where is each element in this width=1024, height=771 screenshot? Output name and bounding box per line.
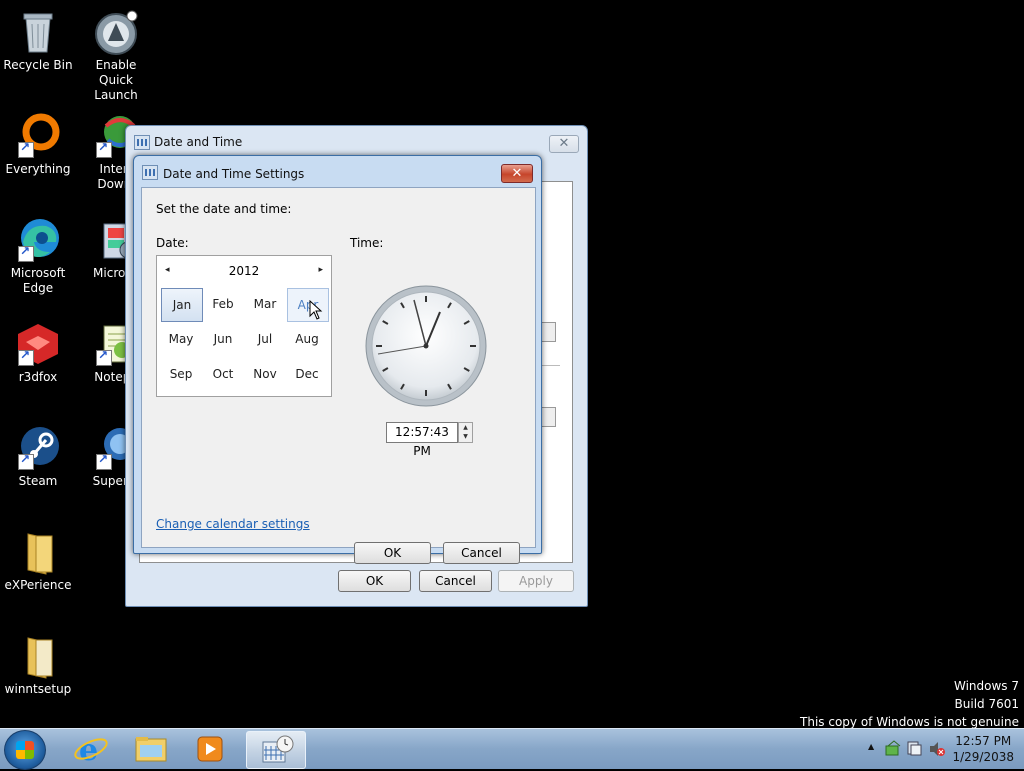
desktop-icon-winntsetup[interactable]: winntsetup: [0, 632, 76, 697]
folder-icon: [135, 737, 167, 762]
taskbar-date: 1/29/2038: [952, 750, 1014, 764]
taskbar-time: 12:57 PM: [955, 734, 1012, 748]
month-oct[interactable]: Oct: [203, 358, 243, 390]
desktop-icon-label: Recycle Bin: [3, 58, 73, 72]
desktop-icon-label: Everything: [5, 162, 71, 176]
shortcut-arrow-icon: [96, 348, 112, 366]
dialog-title: Date and Time Settings: [163, 167, 305, 181]
shortcut-arrow-icon: [18, 244, 34, 262]
windows-watermark: Windows 7 Build 7601 This copy of Window…: [800, 677, 1019, 731]
spin-up-icon[interactable]: ▲: [459, 423, 472, 432]
shortcut-arrow-icon: [18, 452, 34, 470]
time-label: Time:: [350, 236, 384, 250]
desktop-icon-label: Steam: [18, 474, 58, 488]
desktop-icon-microsoft-edge[interactable]: Microsoft Edge: [0, 216, 76, 296]
analog-clock: [365, 285, 487, 407]
shortcut-arrow-icon: [96, 452, 112, 470]
taskbar-date-and-time[interactable]: [246, 731, 306, 769]
desktop-icon-label: Enable Quick Launch: [94, 58, 138, 102]
next-year-arrow-icon[interactable]: ▸: [318, 265, 323, 275]
calendar-clock-icon: [142, 165, 158, 180]
quick-launch-icon: [92, 8, 140, 56]
taskbar-clock[interactable]: 12:57 PM 1/29/2038: [952, 733, 1014, 765]
taskbar-media-player[interactable]: [182, 731, 240, 767]
desktop-icon-label: r3dfox: [18, 370, 58, 384]
svg-text:e: e: [79, 733, 98, 767]
change-date-button-edge[interactable]: [540, 322, 556, 342]
calendar-clock-icon: [134, 135, 150, 150]
month-dec[interactable]: Dec: [287, 358, 327, 390]
desktop-icon-recycle-bin[interactable]: Recycle Bin: [0, 8, 76, 73]
month-jan[interactable]: Jan: [161, 288, 203, 322]
desktop-icon-label: Microsoft Edge: [10, 266, 66, 295]
desktop-icon-enable-quick-launch[interactable]: Enable Quick Launch: [78, 8, 154, 103]
desktop-icon-r3dfox[interactable]: r3dfox: [0, 320, 76, 385]
month-nov[interactable]: Nov: [245, 358, 285, 390]
desktop-icon-label: winntsetup: [4, 682, 72, 696]
cancel-button[interactable]: Cancel: [419, 570, 492, 592]
mouse-pointer-icon: [309, 300, 323, 320]
dialog-client-area: Set the date and time: Date: Time: ◂ 201…: [141, 187, 536, 564]
month-jul[interactable]: Jul: [245, 323, 285, 355]
divider: [540, 365, 560, 366]
desktop-icon-label: eXPerience: [4, 578, 72, 592]
recycle-bin-icon: [14, 8, 62, 56]
internet-explorer-icon: e: [74, 733, 108, 768]
calendar-year-header[interactable]: 2012: [157, 264, 331, 278]
month-aug[interactable]: Aug: [287, 323, 327, 355]
start-button[interactable]: [4, 730, 46, 770]
watermark-os: Windows 7: [953, 679, 1019, 693]
change-calendar-settings-link[interactable]: Change calendar settings: [156, 517, 310, 531]
shortcut-arrow-icon: [18, 348, 34, 366]
r3dfox-icon: [14, 320, 62, 368]
desktop-icon-everything[interactable]: Everything: [0, 112, 76, 177]
edge-browser-icon: [14, 216, 62, 264]
media-player-icon: [197, 736, 223, 762]
month-calendar[interactable]: ◂ 2012 ▸ Jan Feb Mar Apr May Jun Jul Aug…: [156, 255, 332, 397]
shortcut-arrow-icon: [18, 140, 34, 158]
instruction-text: Set the date and time:: [156, 202, 292, 216]
show-hidden-icons-arrow[interactable]: ▲: [868, 742, 874, 751]
folder-icon: [14, 528, 62, 576]
shortcut-arrow-icon: [96, 140, 112, 158]
month-jun[interactable]: Jun: [203, 323, 243, 355]
ok-button[interactable]: OK: [354, 542, 431, 564]
close-button[interactable]: ✕: [501, 164, 533, 183]
window-title: Date and Time: [154, 135, 243, 149]
volume-muted-icon[interactable]: [928, 740, 946, 758]
month-mar[interactable]: Mar: [245, 288, 285, 320]
date-and-time-settings-dialog: Date and Time Settings ✕ Set the date an…: [133, 155, 542, 564]
date-label: Date:: [156, 236, 189, 250]
desktop-icon-steam[interactable]: Steam: [0, 424, 76, 489]
cancel-button[interactable]: Cancel: [443, 542, 520, 564]
everything-search-icon: [14, 112, 62, 160]
taskbar-explorer[interactable]: [122, 731, 180, 767]
folder-icon: [14, 632, 62, 680]
month-may[interactable]: May: [161, 323, 201, 355]
steam-icon: [14, 424, 62, 472]
close-button[interactable]: ✕: [549, 135, 579, 153]
watermark-build: Build 7601: [954, 697, 1019, 711]
time-input[interactable]: 12:57:43 PM: [386, 422, 458, 458]
month-sep[interactable]: Sep: [161, 358, 201, 390]
desktop-icon-experience[interactable]: eXPerience: [0, 528, 76, 593]
change-timezone-button-edge[interactable]: [540, 407, 556, 427]
month-feb[interactable]: Feb: [203, 288, 243, 320]
spin-down-icon[interactable]: ▼: [459, 432, 472, 441]
system-tray: ▲ 12:57 PM 1/29/2038: [834, 729, 1024, 769]
time-spinner[interactable]: ▲ ▼: [458, 422, 473, 443]
network-icon[interactable]: [884, 740, 902, 758]
calendar-clock-icon: [262, 735, 294, 763]
taskbar-internet-explorer[interactable]: e: [62, 731, 120, 768]
taskbar: e ▲ 12:57 PM 1/29/2038: [0, 728, 1024, 770]
ok-button[interactable]: OK: [338, 570, 411, 592]
apply-button[interactable]: Apply: [498, 570, 574, 592]
action-center-flag-icon[interactable]: [906, 740, 924, 758]
